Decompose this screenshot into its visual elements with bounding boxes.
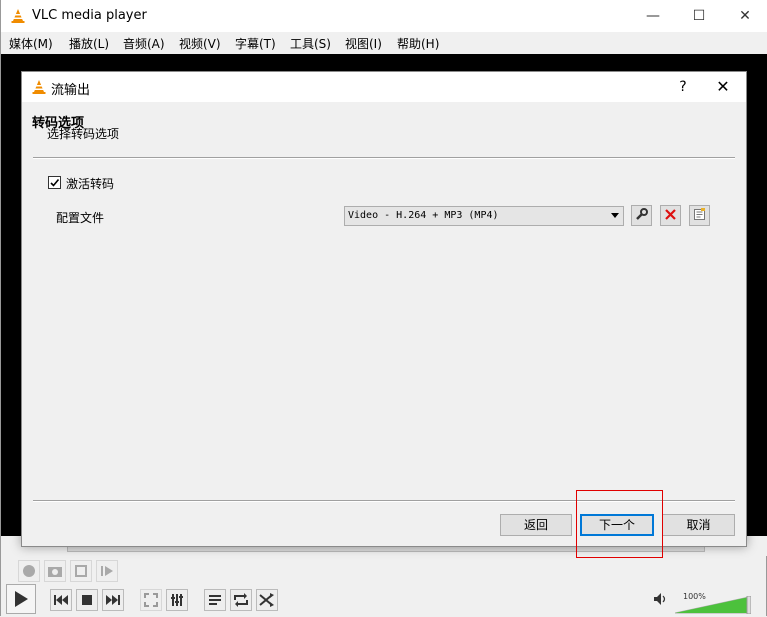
- new-profile-icon: [693, 207, 706, 224]
- stream-output-dialog: 流输出 ? ✕ 转码选项 选择转码选项 激活转码 配置文件 Video - H.…: [21, 71, 747, 547]
- menu-audio[interactable]: 音频(A): [123, 35, 165, 52]
- profile-select[interactable]: Video - H.264 + MP3 (MP4): [344, 206, 624, 226]
- main-titlebar: VLC media player — ☐ ✕: [1, 0, 767, 32]
- menu-media[interactable]: 媒体(M): [9, 35, 53, 52]
- frame-step-icon[interactable]: [96, 560, 118, 582]
- menu-bar: 媒体(M) 播放(L) 音频(A) 视频(V) 字幕(T) 工具(S) 视图(I…: [1, 32, 767, 54]
- vlc-cone-icon: [10, 8, 26, 27]
- dialog-titlebar: 流输出 ? ✕: [22, 72, 746, 102]
- cancel-button[interactable]: 取消: [662, 514, 735, 536]
- menu-tools[interactable]: 工具(S): [290, 35, 331, 52]
- highlight-box: [576, 490, 663, 558]
- minimize-icon[interactable]: —: [630, 0, 676, 32]
- dialog-close-icon[interactable]: ✕: [708, 72, 738, 102]
- chevron-down-icon: [611, 213, 619, 218]
- activate-transcode-checkbox[interactable]: [48, 176, 61, 189]
- window-title: VLC media player: [32, 8, 147, 23]
- new-profile-button[interactable]: [689, 205, 710, 226]
- playlist-icon[interactable]: [204, 589, 226, 611]
- divider: [33, 157, 735, 159]
- vlc-cone-icon: [31, 79, 47, 98]
- menu-help[interactable]: 帮助(H): [397, 35, 439, 52]
- loop-icon[interactable]: [230, 589, 252, 611]
- close-icon[interactable]: ✕: [722, 0, 767, 32]
- section-subtitle: 选择转码选项: [47, 127, 120, 141]
- profile-label: 配置文件: [56, 211, 105, 225]
- speaker-icon[interactable]: [653, 592, 667, 609]
- delete-profile-button[interactable]: [660, 205, 681, 226]
- menu-view[interactable]: 视图(I): [345, 35, 382, 52]
- menu-video[interactable]: 视频(V): [179, 35, 221, 52]
- wrench-icon: [635, 207, 648, 224]
- back-button[interactable]: 返回: [500, 514, 572, 536]
- edit-profile-button[interactable]: [631, 205, 652, 226]
- help-button[interactable]: ?: [668, 72, 698, 102]
- record-icon[interactable]: [18, 560, 40, 582]
- next-icon[interactable]: [102, 589, 124, 611]
- dialog-title: 流输出: [51, 83, 91, 98]
- profile-value: Video - H.264 + MP3 (MP4): [348, 210, 499, 221]
- menu-playback[interactable]: 播放(L): [69, 35, 109, 52]
- loop-ab-icon[interactable]: [70, 560, 92, 582]
- dialog-body: 转码选项 选择转码选项 激活转码 配置文件 Video - H.264 + MP…: [22, 102, 746, 546]
- previous-icon[interactable]: [50, 589, 72, 611]
- stop-icon[interactable]: [76, 589, 98, 611]
- snapshot-icon[interactable]: [44, 560, 66, 582]
- delete-icon: [664, 208, 677, 224]
- play-button[interactable]: [6, 584, 36, 614]
- activate-transcode-label[interactable]: 激活转码: [66, 175, 114, 192]
- menu-subtitle[interactable]: 字幕(T): [235, 35, 276, 52]
- fullscreen-icon[interactable]: [140, 589, 162, 611]
- volume-slider[interactable]: [674, 595, 752, 617]
- shuffle-icon[interactable]: [256, 589, 278, 611]
- maximize-icon[interactable]: ☐: [676, 0, 722, 32]
- extended-settings-icon[interactable]: [166, 589, 188, 611]
